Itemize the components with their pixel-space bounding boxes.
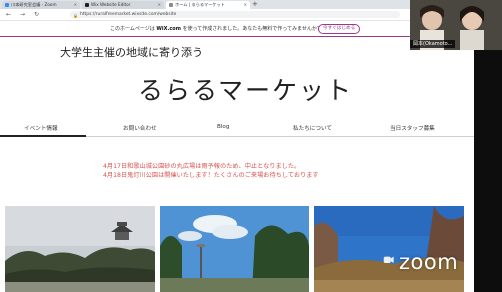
address-bar-row: ← → ↻ 🔒 https://ruralfreemarket.wixsite.…: [0, 9, 474, 21]
close-tab-icon[interactable]: ✕: [244, 1, 247, 9]
menu-item-staff-recruit[interactable]: 当日スタッフ募集: [390, 124, 435, 132]
wix-banner-text: このホームページは WiX.com を使って作成されました。あなたも無料で作って…: [110, 25, 322, 32]
menu-item-contact[interactable]: お問い合わせ: [123, 124, 157, 132]
site-nav-menu: イベント情報 お問い合わせ Blog 私たちについて 当日スタッフ募集: [0, 124, 474, 138]
menu-active-indicator: [0, 135, 86, 137]
tab-label: 川本研究室会議 - Zoom: [11, 2, 57, 7]
url-text: https://ruralfreemarket.wixsite.com/webs…: [80, 12, 177, 17]
notice-line-1: 4月17日和歌山城公園砂の丸広場は雨予報のため、中止となりました。: [103, 163, 301, 170]
lock-icon: 🔒: [73, 13, 78, 18]
participant-name-label: 岡本(Okamoto...: [410, 40, 456, 48]
menu-item-about-us[interactable]: 私たちについて: [293, 124, 332, 132]
tab-home-rural-market[interactable]: ホーム | るらるマーケット ✕: [166, 1, 250, 9]
video-camera-icon: [383, 256, 394, 263]
autumn-park-photo-image: [314, 206, 464, 292]
notice-line-2: 4月18日鬼灯川公園は開催いたします！たくさんのご来場お待ちしております: [103, 172, 319, 179]
event-notice: 4月17日和歌山城公園砂の丸広場は雨予報のため、中止となりました。 4月18日鬼…: [103, 162, 319, 180]
site-title[interactable]: るらるマーケット: [138, 71, 353, 107]
tab-label: Wix Website Editor: [91, 2, 131, 7]
tab-zoom-meeting[interactable]: 川本研究室会議 - Zoom ✕: [2, 1, 80, 9]
site-tagline: 大学生主催の地域に寄り添う: [60, 46, 203, 59]
zoom-logo-text: zoom: [399, 250, 459, 274]
menu-item-blog[interactable]: Blog: [217, 124, 229, 130]
browser-window: 川本研究室会議 - Zoom ✕ Wix Website Editor ✕ ホー…: [0, 0, 474, 292]
tab-bar: 川本研究室会議 - Zoom ✕ Wix Website Editor ✕ ホー…: [0, 0, 474, 9]
event-photo-park-trees[interactable]: [160, 206, 309, 292]
wix-favicon-icon: [85, 3, 89, 7]
park-trees-photo-image: [160, 206, 309, 292]
start-now-button[interactable]: 今すぐはじめる: [318, 24, 361, 34]
close-tab-icon[interactable]: ✕: [74, 1, 77, 9]
url-field[interactable]: 🔒 https://ruralfreemarket.wixsite.com/we…: [70, 11, 400, 18]
reload-icon[interactable]: ↻: [34, 9, 39, 20]
zoom-favicon-icon: [5, 3, 9, 7]
tab-wix-editor[interactable]: Wix Website Editor ✕: [82, 1, 164, 9]
site-favicon-icon: [169, 3, 173, 7]
tab-label: ホーム | るらるマーケット: [175, 2, 225, 7]
back-arrow-icon[interactable]: ←: [6, 9, 11, 20]
new-tab-button[interactable]: +: [252, 0, 258, 9]
castle-park-photo-image: [5, 206, 155, 292]
event-photo-castle[interactable]: [5, 206, 155, 292]
event-photo-autumn-park[interactable]: [314, 206, 464, 292]
menu-item-events[interactable]: イベント情報: [24, 124, 58, 132]
wix-banner-text-after: を使って作成されました。あなたも無料で作ってみませんか？: [182, 26, 322, 32]
wix-promo-banner: このホームページは WiX.com を使って作成されました。あなたも無料で作って…: [0, 21, 474, 37]
wix-brand[interactable]: WiX.com: [156, 26, 181, 32]
wix-banner-text-before: このホームページは: [110, 26, 155, 32]
forward-arrow-icon[interactable]: →: [20, 9, 25, 20]
close-tab-icon[interactable]: ✕: [158, 1, 161, 9]
